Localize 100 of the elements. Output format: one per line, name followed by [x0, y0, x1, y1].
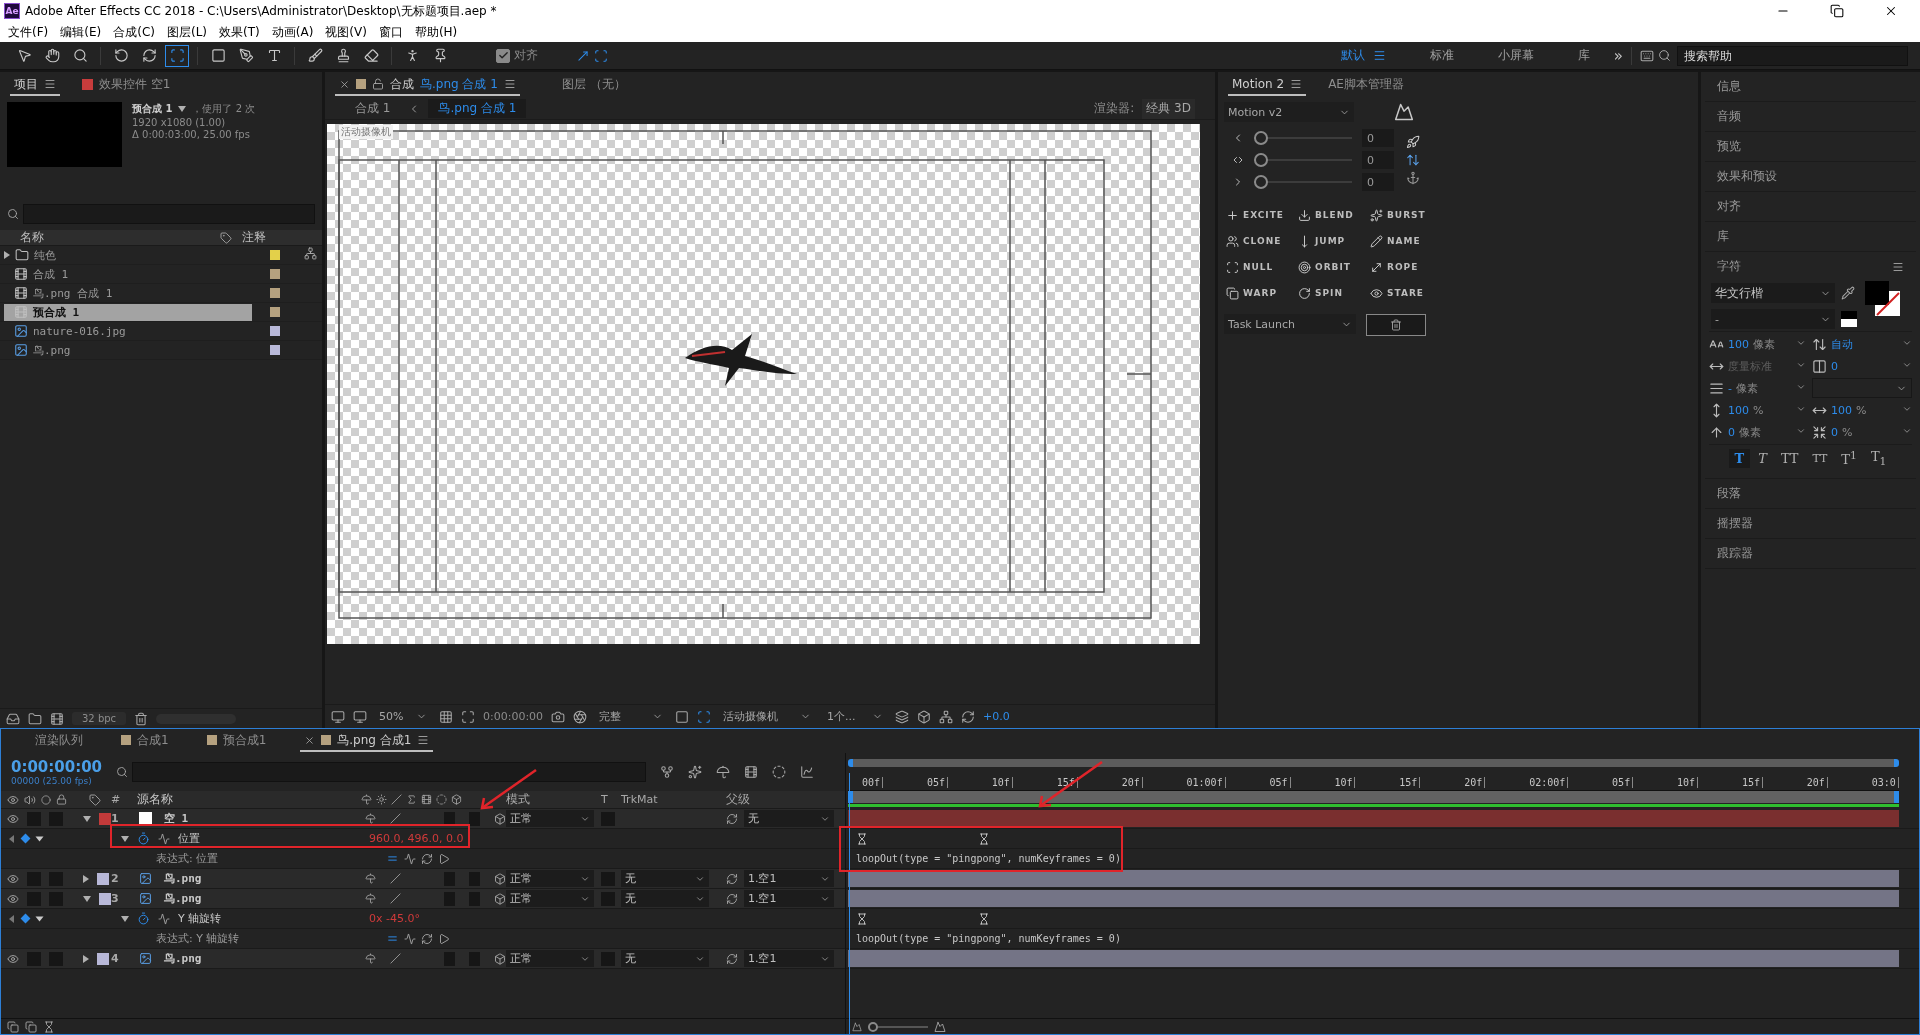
- metric-value[interactable]: 自动: [1831, 336, 1853, 352]
- metric-value[interactable]: 0: [1728, 425, 1735, 439]
- font-style-dropdown[interactable]: -: [1711, 309, 1835, 329]
- panel-header[interactable]: 跟踪器: [1705, 538, 1916, 568]
- value-field[interactable]: 0: [1362, 173, 1394, 191]
- parent-dropdown[interactable]: 无: [744, 810, 834, 827]
- menu-item[interactable]: 图层(L): [160, 23, 214, 41]
- text-style-button[interactable]: T$_{1}$: [1864, 447, 1893, 470]
- menu-item[interactable]: 视图(V): [319, 23, 373, 41]
- project-item[interactable]: 鸟.png 合成 1: [0, 284, 322, 303]
- panel-tab[interactable]: 效果控件 空1: [78, 74, 175, 96]
- panel-tab[interactable]: 预合成1: [202, 730, 271, 752]
- metric-value[interactable]: 0: [1831, 359, 1838, 373]
- project-item[interactable]: nature-016.jpg: [0, 322, 322, 341]
- parent-dropdown[interactable]: 1.空1: [744, 870, 834, 887]
- motion-tool-button[interactable]: EXCITE: [1224, 206, 1294, 224]
- workspace-tab[interactable]: 默认: [1320, 44, 1406, 67]
- menu-item[interactable]: 窗口: [372, 23, 409, 41]
- timecode[interactable]: 0:00:00:00: [11, 758, 103, 776]
- panel-header[interactable]: 段落: [1705, 478, 1916, 508]
- parent-dropdown[interactable]: 1.空1: [744, 950, 834, 967]
- panel-header[interactable]: 字符: [1705, 252, 1916, 281]
- renderer-button[interactable]: 经典 3D: [1142, 98, 1195, 119]
- project-item[interactable]: 纯色: [0, 246, 322, 265]
- overflow-chevron[interactable]: »: [1613, 46, 1623, 65]
- project-item[interactable]: 鸟.png: [0, 341, 322, 360]
- menu-item[interactable]: 合成(C): [107, 23, 161, 41]
- layer-name[interactable]: 空 1: [164, 811, 189, 826]
- panel-header[interactable]: 效果和预设: [1705, 162, 1916, 191]
- trkmat-dropdown[interactable]: 无: [621, 950, 709, 967]
- zoom-dropdown[interactable]: 50%: [375, 706, 431, 727]
- panel-tab[interactable]: 合成1: [117, 730, 173, 752]
- metric-value[interactable]: 0: [1831, 425, 1838, 439]
- metric-value[interactable]: 100: [1831, 403, 1852, 417]
- item-name: 鸟.png: [33, 342, 71, 358]
- breadcrumb[interactable]: 鸟.png 合成 1: [428, 99, 527, 118]
- metric-value[interactable]: 100: [1728, 403, 1749, 417]
- bit-depth-button[interactable]: 32 bpc: [72, 712, 127, 725]
- help-search-field[interactable]: 搜索帮助: [1677, 45, 1908, 66]
- panel-tab[interactable]: 鸟.png 合成1: [300, 730, 434, 752]
- motion-tool-button[interactable]: NAME: [1368, 232, 1438, 250]
- menu-item[interactable]: 文件(F): [2, 23, 55, 41]
- panel-tab[interactable]: Motion 2: [1228, 74, 1307, 96]
- text-style-button[interactable]: T: [1728, 448, 1751, 468]
- metric-value[interactable]: -: [1728, 381, 1732, 395]
- exposure-value[interactable]: +0.0: [983, 710, 1010, 723]
- panel-tab[interactable]: 合成 鸟.png 合成 1: [335, 74, 520, 96]
- value-field[interactable]: 0: [1362, 151, 1394, 169]
- motion-tool-button[interactable]: JUMP: [1296, 232, 1366, 250]
- layer-name[interactable]: 鸟.png: [164, 871, 202, 886]
- motion-tool-button[interactable]: CLONE: [1224, 232, 1294, 250]
- expression-text[interactable]: loopOut(type = "pingpong", numKeyframes = 0): [856, 933, 1121, 944]
- current-time[interactable]: 0:00:00:00: [483, 710, 544, 723]
- workspace-tab[interactable]: 标准: [1409, 44, 1474, 67]
- menu-item[interactable]: 效果(T): [213, 23, 266, 41]
- panel-header[interactable]: 对齐: [1705, 192, 1916, 221]
- text-style-button[interactable]: TT: [1774, 448, 1805, 468]
- mode-dropdown[interactable]: 正常: [506, 950, 594, 967]
- mode-dropdown[interactable]: 正常: [506, 810, 594, 827]
- panel-header[interactable]: 预览: [1705, 132, 1916, 161]
- resolution-dropdown[interactable]: 完整: [595, 706, 668, 727]
- views-dropdown[interactable]: 1个...: [823, 706, 888, 727]
- menu-item[interactable]: 动画(A): [265, 23, 320, 41]
- mode-dropdown[interactable]: 正常: [506, 870, 594, 887]
- text-style-button[interactable]: T$^{1}$: [1835, 447, 1863, 470]
- trkmat-dropdown[interactable]: 无: [621, 870, 709, 887]
- task-dropdown[interactable]: Task Launch: [1224, 314, 1356, 334]
- metric-value[interactable]: 100: [1728, 337, 1749, 351]
- layer-name[interactable]: 鸟.png: [164, 891, 202, 906]
- mode-dropdown[interactable]: 正常: [506, 890, 594, 907]
- motion-tool-button[interactable]: BURST: [1368, 206, 1438, 224]
- trkmat-dropdown[interactable]: 无: [621, 890, 709, 907]
- panel-header[interactable]: 音频: [1705, 102, 1916, 131]
- panel-tab[interactable]: 项目: [10, 74, 60, 96]
- parent-dropdown[interactable]: 1.空1: [744, 890, 834, 907]
- motion-tool-button[interactable]: NULL: [1224, 258, 1294, 276]
- panel-header[interactable]: 摇摆器: [1705, 508, 1916, 538]
- text-style-button[interactable]: T: [1752, 448, 1773, 468]
- motion-tool-button[interactable]: BLEND: [1296, 206, 1366, 224]
- panel-header[interactable]: 信息: [1705, 72, 1916, 101]
- motion-tool-button[interactable]: WARP: [1224, 284, 1294, 302]
- breadcrumb[interactable]: 合成 1: [345, 99, 401, 118]
- value-field[interactable]: 0: [1362, 129, 1394, 147]
- motion-tool-button[interactable]: SPIN: [1296, 284, 1366, 302]
- menu-item[interactable]: 编辑(E): [54, 23, 108, 41]
- motion-tool-button[interactable]: STARE: [1368, 284, 1438, 302]
- expression-text[interactable]: loopOut(type = "pingpong", numKeyframes = 0): [856, 853, 1121, 864]
- preset-dropdown[interactable]: Motion v2: [1224, 102, 1354, 122]
- motion-tool-button[interactable]: ORBIT: [1296, 258, 1366, 276]
- motion-tool-button[interactable]: ROPE: [1368, 258, 1438, 276]
- project-item[interactable]: 合成 1: [0, 265, 322, 284]
- workspace-tab[interactable]: 小屏幕: [1477, 44, 1554, 67]
- view-dropdown[interactable]: 活动摄像机: [719, 706, 816, 727]
- workspace-tab[interactable]: 库: [1557, 44, 1610, 67]
- panel-header[interactable]: 库: [1705, 222, 1916, 251]
- font-dropdown[interactable]: 华文行楷: [1711, 283, 1835, 303]
- layer-name[interactable]: 鸟.png: [164, 951, 202, 966]
- panel-tab[interactable]: AE脚本管理器: [1324, 74, 1408, 96]
- text-style-button[interactable]: TT: [1806, 449, 1834, 467]
- menu-item[interactable]: 帮助(H): [408, 23, 464, 41]
